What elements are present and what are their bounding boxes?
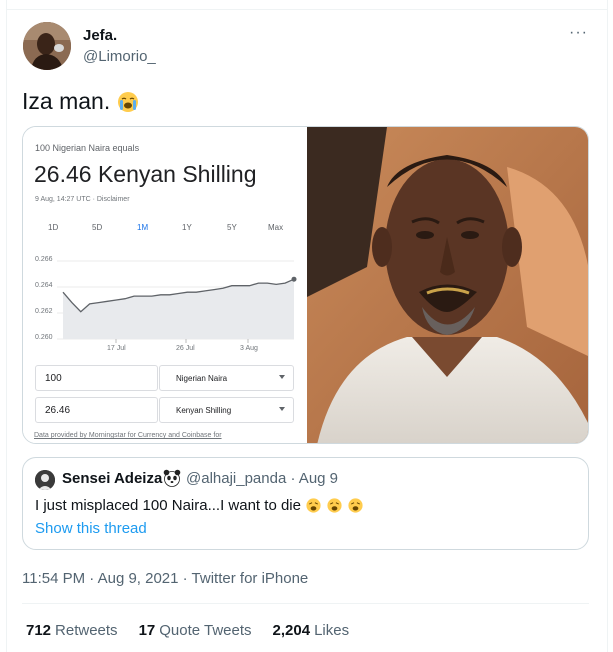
top-divider: [6, 9, 608, 10]
engagement-stats: 712 Retweets 17 Quote Tweets 2,204 Likes: [26, 622, 349, 639]
tweet-text-content: Iza man.: [22, 88, 111, 114]
chevron-down-icon: [279, 407, 285, 411]
from-currency-label: Nigerian Naira: [176, 374, 228, 383]
quoted-handle-time[interactable]: @alhaji_panda · Aug 9: [186, 470, 338, 487]
author-display-name[interactable]: Jefa.: [83, 27, 117, 44]
likes-count: 2,204: [272, 622, 311, 639]
quoted-tweet[interactable]: Sensei Adeiza @alhaji_panda · Aug 9 I ju…: [22, 457, 589, 550]
quote-tweets-count: 17: [138, 622, 156, 639]
author-avatar[interactable]: [23, 22, 71, 70]
quote-tweets-stat[interactable]: 17 Quote Tweets: [139, 622, 252, 639]
currency-converter-screenshot: 100 Nigerian Naira equals 26.46 Kenyan S…: [23, 127, 306, 443]
retweets-count: 712: [26, 622, 52, 639]
quoted-display-name[interactable]: Sensei Adeiza: [62, 470, 162, 487]
quoted-author-avatar[interactable]: [35, 470, 55, 490]
likes-label: Likes: [314, 622, 350, 639]
quoted-text: I just misplaced 100 Naira...I want to d…: [35, 497, 364, 514]
likes-stat[interactable]: 2,204 Likes: [273, 622, 350, 639]
from-currency-select[interactable]: Nigerian Naira: [159, 365, 294, 391]
x-tick-label: 26 Jul: [176, 345, 195, 352]
tweet-timestamp[interactable]: 11:54 PM · Aug 9, 2021 · Twitter for iPh…: [22, 570, 308, 587]
weary-face-icon: [327, 498, 342, 513]
crying-man-photo[interactable]: [307, 127, 588, 443]
quoted-text-content: I just misplaced 100 Naira...I want to d…: [35, 497, 301, 514]
current-rate-point: [291, 276, 297, 282]
more-options-icon[interactable]: ···: [569, 24, 588, 42]
to-currency-select[interactable]: Kenyan Shilling: [159, 397, 294, 423]
rate-area: [63, 279, 294, 339]
to-amount-input[interactable]: 26.46: [35, 397, 158, 423]
chevron-down-icon: [279, 375, 285, 379]
show-thread-link[interactable]: Show this thread: [35, 520, 147, 537]
to-currency-label: Kenyan Shilling: [176, 406, 232, 415]
exchange-rate-chart: [57, 260, 297, 343]
x-tick-label: 3 Aug: [240, 345, 258, 352]
quote-tweets-label: Quote Tweets: [159, 622, 252, 639]
retweets-stat[interactable]: 712 Retweets: [26, 622, 118, 639]
panda-icon: [163, 469, 181, 487]
author-handle[interactable]: @Limorio_: [83, 48, 156, 65]
loudly-crying-face-icon: [118, 91, 139, 112]
from-amount-input[interactable]: 100: [35, 365, 158, 391]
weary-face-icon: [348, 498, 363, 513]
divider: [22, 603, 589, 604]
data-source-note[interactable]: Data provided by Morningstar for Currenc…: [34, 432, 222, 439]
x-tick-label: 17 Jul: [107, 345, 126, 352]
tweet-text: Iza man.: [22, 88, 140, 115]
weary-face-icon: [306, 498, 321, 513]
retweets-label: Retweets: [55, 622, 118, 639]
tweet-media[interactable]: 100 Nigerian Naira equals 26.46 Kenyan S…: [22, 126, 589, 444]
